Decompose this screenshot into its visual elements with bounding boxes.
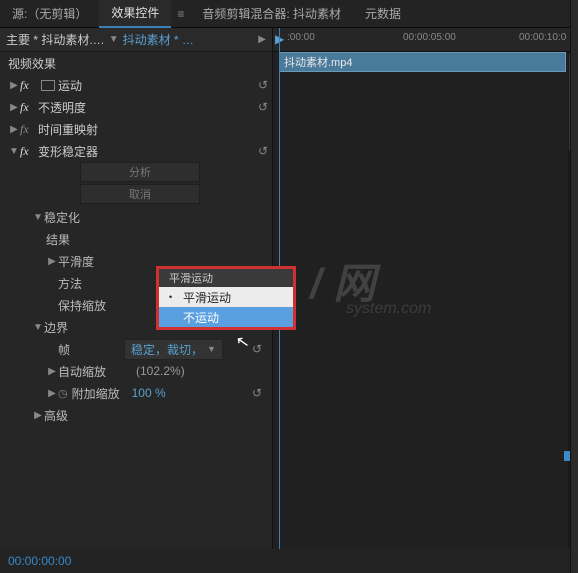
reset-icon[interactable]: ↺ xyxy=(248,342,266,356)
param-label: 附加缩放 xyxy=(72,385,132,402)
effect-label: 不透明度 xyxy=(38,99,254,116)
tab-audio-mixer[interactable]: 音频剪辑混合器: 抖动素材 xyxy=(190,0,353,28)
chevron-right-icon[interactable]: ▶ xyxy=(8,80,20,91)
effect-label: 运动 xyxy=(58,77,254,94)
fx-badge[interactable]: fx xyxy=(20,144,38,159)
chevron-right-icon[interactable]: ▶ xyxy=(46,366,58,377)
analyze-button[interactable]: 分析 xyxy=(80,162,200,182)
ruler-tick: 00:00:05:00 xyxy=(403,32,456,43)
row-time-remap[interactable]: ▶ fx 时间重映射 xyxy=(0,118,272,140)
chevron-down-icon[interactable]: ▼ xyxy=(8,146,20,157)
dropdown-value: 稳定，裁切， xyxy=(131,341,203,358)
param-auto-scale: ▶ 自动缩放 (102.2%) xyxy=(32,360,272,382)
effect-controls-panel: 主要 * 抖动素材.… ▼ 抖动素材 * … ▶ 视频效果 ▶ fx 运动 ↺ … xyxy=(0,28,272,549)
param-value: (102.2%) xyxy=(136,364,185,378)
row-motion[interactable]: ▶ fx 运动 ↺ xyxy=(0,74,272,96)
group-stabilization[interactable]: ▼ 稳定化 xyxy=(32,206,272,228)
param-value[interactable]: 100 % xyxy=(132,386,166,400)
param-label: 保持缩放 xyxy=(46,297,124,314)
chevron-right-icon[interactable]: ▶ xyxy=(8,124,20,135)
stopwatch-icon[interactable]: ◷ xyxy=(58,387,68,400)
group-label: 稳定化 xyxy=(44,209,122,226)
result-dropdown-open: 平滑运动 •平滑运动 不运动 xyxy=(156,266,296,330)
param-label: 帧 xyxy=(46,341,124,358)
dropdown-current: 平滑运动 xyxy=(159,269,293,287)
param-label: 平滑度 xyxy=(58,253,136,270)
reset-icon[interactable]: ↺ xyxy=(248,386,266,400)
play-icon[interactable]: ▶ xyxy=(258,34,266,45)
chevron-down-icon[interactable]: ▼ xyxy=(32,212,44,223)
bullet-icon: • xyxy=(169,292,183,302)
param-label: 自动缩放 xyxy=(58,363,136,380)
chevron-right-icon[interactable]: ▶ xyxy=(8,102,20,113)
group-label: 高级 xyxy=(44,407,122,424)
effect-label: 时间重映射 xyxy=(38,121,272,138)
section-label: 视频效果 xyxy=(8,55,272,72)
fx-badge[interactable]: fx xyxy=(20,122,38,137)
reset-icon[interactable]: ↺ xyxy=(254,100,272,114)
chevron-right-icon[interactable]: ▶ xyxy=(46,256,58,267)
chevron-right-icon[interactable]: ▶ xyxy=(32,410,44,421)
timeline-panel: ▶ :00:00 00:00:05:00 00:00:10:0 抖动素材.mp4 xyxy=(272,28,578,549)
chevron-right-icon[interactable]: ▶ xyxy=(46,388,58,399)
ruler-tick: 00:00:10:0 xyxy=(519,32,566,43)
group-label: 边界 xyxy=(44,319,122,336)
param-extra-scale: ▶ ◷ 附加缩放 100 % ↺ xyxy=(32,382,272,404)
section-video-effects: 视频效果 xyxy=(0,52,272,74)
breadcrumb-main: 主要 * 抖动素材.… xyxy=(6,31,105,48)
current-time[interactable]: 00:00:00:00 xyxy=(8,554,71,568)
row-opacity[interactable]: ▶ fx 不透明度 ↺ xyxy=(0,96,272,118)
tab-metadata[interactable]: 元数据 xyxy=(353,0,413,28)
reset-icon[interactable]: ↺ xyxy=(254,78,272,92)
cancel-button[interactable]: 取消 xyxy=(80,184,200,204)
panel-edge xyxy=(570,0,578,573)
clip-breadcrumb: 主要 * 抖动素材.… ▼ 抖动素材 * … ▶ xyxy=(0,28,272,52)
fx-badge[interactable]: fx xyxy=(20,100,38,115)
status-bar: 00:00:00:00 xyxy=(0,549,578,573)
time-ruler[interactable]: ▶ :00:00 00:00:05:00 00:00:10:0 xyxy=(273,28,578,52)
fx-badge[interactable]: fx xyxy=(20,78,38,93)
tab-source[interactable]: 源:（无剪辑） xyxy=(0,0,99,28)
option-label: 平滑运动 xyxy=(183,289,231,306)
param-label: 结果 xyxy=(46,231,124,248)
ruler-tick: :00:00 xyxy=(287,32,315,43)
tab-effect-controls[interactable]: 效果控件 xyxy=(99,0,171,28)
chevron-down-icon[interactable]: ▼ xyxy=(32,322,44,333)
option-label: 不运动 xyxy=(183,309,219,326)
frame-dropdown[interactable]: 稳定，裁切， ▼ xyxy=(124,339,223,360)
param-result: 结果 xyxy=(32,228,272,250)
param-label: 方法 xyxy=(46,275,124,292)
effect-box-icon[interactable] xyxy=(41,80,55,91)
chevron-down-icon: ▼ xyxy=(207,344,216,354)
row-warp-stabilizer[interactable]: ▼ fx 变形稳定器 ↺ xyxy=(0,140,272,162)
group-advanced[interactable]: ▶ 高级 xyxy=(32,404,272,426)
chevron-down-icon[interactable]: ▼ xyxy=(109,34,119,45)
clip-bar[interactable]: 抖动素材.mp4 xyxy=(279,52,566,72)
dropdown-option-smooth[interactable]: •平滑运动 xyxy=(159,287,293,307)
panel-menu-icon[interactable]: ≡ xyxy=(171,7,190,21)
dropdown-option-no-motion[interactable]: 不运动 xyxy=(159,307,293,327)
reset-icon[interactable]: ↺ xyxy=(254,144,272,158)
breadcrumb-clip[interactable]: 抖动素材 * … xyxy=(123,31,194,48)
param-frame: 帧 稳定，裁切， ▼ ↺ xyxy=(32,338,272,360)
effect-label: 变形稳定器 xyxy=(38,143,254,160)
